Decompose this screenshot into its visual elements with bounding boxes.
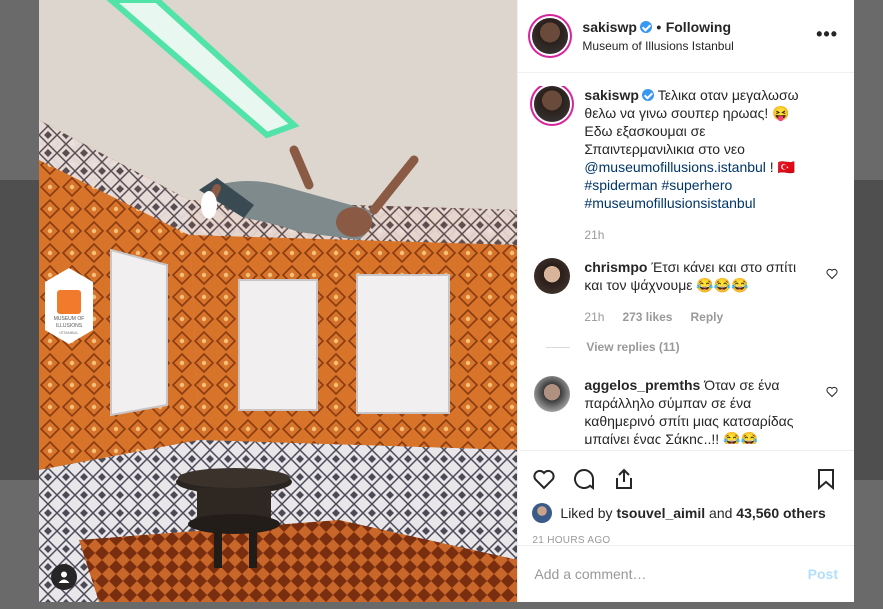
post-modal: MUSEUM OF ILLUSIONS ISTANBUL sakiswp • F… bbox=[39, 0, 854, 602]
and-label: and bbox=[709, 505, 733, 521]
comment-input[interactable]: Add a comment… bbox=[534, 566, 646, 582]
comment-bubble-icon[interactable] bbox=[572, 467, 596, 491]
more-options-icon[interactable]: ••• bbox=[816, 24, 838, 45]
location-link[interactable]: Museum of Illusions Istanbul bbox=[582, 39, 733, 53]
background-thumb bbox=[0, 180, 39, 480]
like-comment-heart-icon[interactable] bbox=[826, 386, 838, 398]
add-comment-bar: Add a comment… Post bbox=[518, 545, 854, 602]
caption: sakiswp Τελικα οταν μεγαλωσω θελω να γιν… bbox=[534, 86, 838, 244]
comments-list: sakiswp Τελικα οταν μεγαλωσω θελω να γιν… bbox=[518, 86, 854, 444]
liked-by-user[interactable]: tsouvel_aimil bbox=[616, 505, 705, 521]
avatar[interactable] bbox=[534, 258, 571, 294]
hashtags-link[interactable]: #spiderman #superhero #museumofillusions… bbox=[584, 176, 809, 212]
post-actions: Liked by tsouvel_aimil and 43,560 others… bbox=[518, 450, 854, 546]
view-replies-button[interactable]: View replies (11) bbox=[586, 338, 679, 356]
separator-dot: • bbox=[656, 19, 662, 35]
sign-text: MUSEUM OF bbox=[54, 316, 85, 322]
comment-username[interactable]: aggelos_premths bbox=[584, 377, 700, 393]
comment-likes[interactable]: 273 likes bbox=[622, 308, 672, 326]
comment-item: chrismpo Έτσι κάνει και στο σπίτι και το… bbox=[534, 258, 838, 356]
background-thumb bbox=[854, 180, 883, 480]
following-button[interactable]: Following bbox=[666, 19, 731, 35]
divider bbox=[546, 346, 571, 348]
avatar[interactable] bbox=[532, 18, 569, 54]
bookmark-icon[interactable] bbox=[814, 467, 838, 491]
post-side-panel: sakiswp • Following Museum of Illusions … bbox=[517, 0, 854, 602]
avatar[interactable] bbox=[534, 376, 571, 412]
comment-time[interactable]: 21h bbox=[584, 308, 604, 326]
sign-text: ILLUSIONS bbox=[56, 323, 83, 329]
avatar[interactable] bbox=[532, 503, 553, 523]
caption-text: ! 🇹🇷 bbox=[765, 159, 796, 175]
post-header: sakiswp • Following Museum of Illusions … bbox=[518, 0, 854, 73]
comment-username[interactable]: chrismpo bbox=[584, 259, 647, 275]
like-comment-heart-icon[interactable] bbox=[826, 268, 838, 280]
likes-count-button[interactable]: 43,560 others bbox=[736, 505, 826, 521]
liked-by-label: Liked by bbox=[560, 505, 613, 521]
header-username[interactable]: sakiswp bbox=[582, 19, 636, 35]
user-tag-icon[interactable] bbox=[51, 564, 77, 590]
post-button[interactable]: Post bbox=[808, 566, 838, 582]
comment-item: aggelos_premths Όταν σε ένα παράλληλο σύ… bbox=[534, 376, 838, 444]
share-icon[interactable] bbox=[612, 467, 636, 491]
caption-time[interactable]: 21h bbox=[584, 226, 604, 244]
sign-text: ISTANBUL bbox=[59, 330, 79, 335]
verified-icon bbox=[639, 21, 652, 33]
caption-username[interactable]: sakiswp bbox=[584, 87, 638, 103]
verified-icon bbox=[641, 89, 654, 101]
like-heart-icon[interactable] bbox=[532, 467, 556, 491]
post-photo: MUSEUM OF ILLUSIONS ISTANBUL bbox=[39, 0, 518, 602]
avatar[interactable] bbox=[534, 86, 571, 122]
mention-link[interactable]: @museumofillusions.istanbul bbox=[584, 159, 766, 175]
reply-button[interactable]: Reply bbox=[690, 308, 723, 326]
liked-by: Liked by tsouvel_aimil and 43,560 others bbox=[532, 503, 840, 523]
